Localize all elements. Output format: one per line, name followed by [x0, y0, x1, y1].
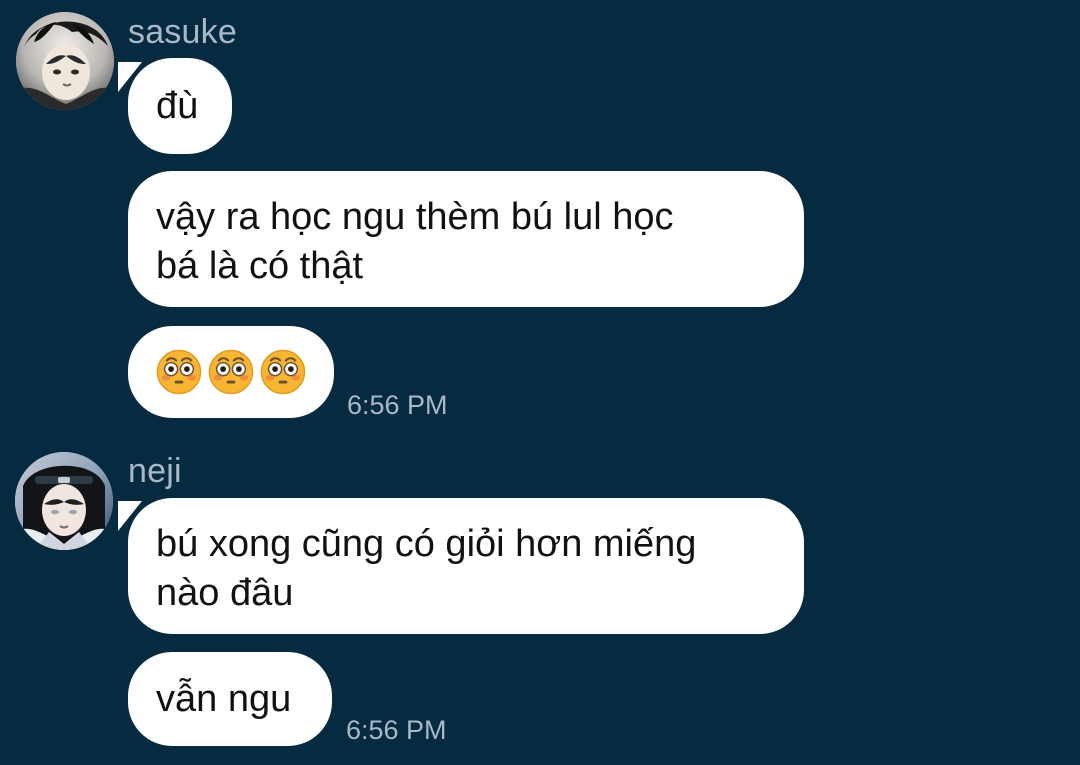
- chat-thread: sasuke đù vậy ra học ngu thèm bú lul học…: [0, 0, 1080, 765]
- message-bubble[interactable]: đù: [128, 58, 232, 154]
- sender-name-sasuke: sasuke: [128, 13, 237, 51]
- emoji-message-bubble[interactable]: [128, 326, 334, 418]
- emoji-row: [156, 326, 306, 418]
- flushed-face-icon: [156, 349, 202, 395]
- message-text: đù: [156, 84, 199, 127]
- message-bubble[interactable]: vậy ra học ngu thèm bú lul học bá là có …: [128, 171, 804, 307]
- message-bubble[interactable]: vẫn ngu: [128, 652, 332, 746]
- message-timestamp: 6:56 PM: [347, 390, 448, 420]
- sasuke-avatar-icon: [16, 12, 114, 110]
- neji-avatar-icon: [15, 452, 113, 550]
- message-text: vẫn ngu: [156, 677, 292, 720]
- avatar-neji[interactable]: [15, 452, 113, 550]
- message-timestamp: 6:56 PM: [346, 715, 447, 745]
- avatar-sasuke[interactable]: [16, 12, 114, 110]
- flushed-face-icon: [260, 349, 306, 395]
- sender-name-neji: neji: [128, 452, 182, 490]
- message-bubble[interactable]: bú xong cũng có giỏi hơn miếng nào đâu: [128, 498, 804, 634]
- message-text: bú xong cũng có giỏi hơn miếng nào đâu: [156, 523, 697, 614]
- flushed-face-icon: [208, 349, 254, 395]
- message-text: vậy ra học ngu thèm bú lul học bá là có …: [156, 196, 674, 287]
